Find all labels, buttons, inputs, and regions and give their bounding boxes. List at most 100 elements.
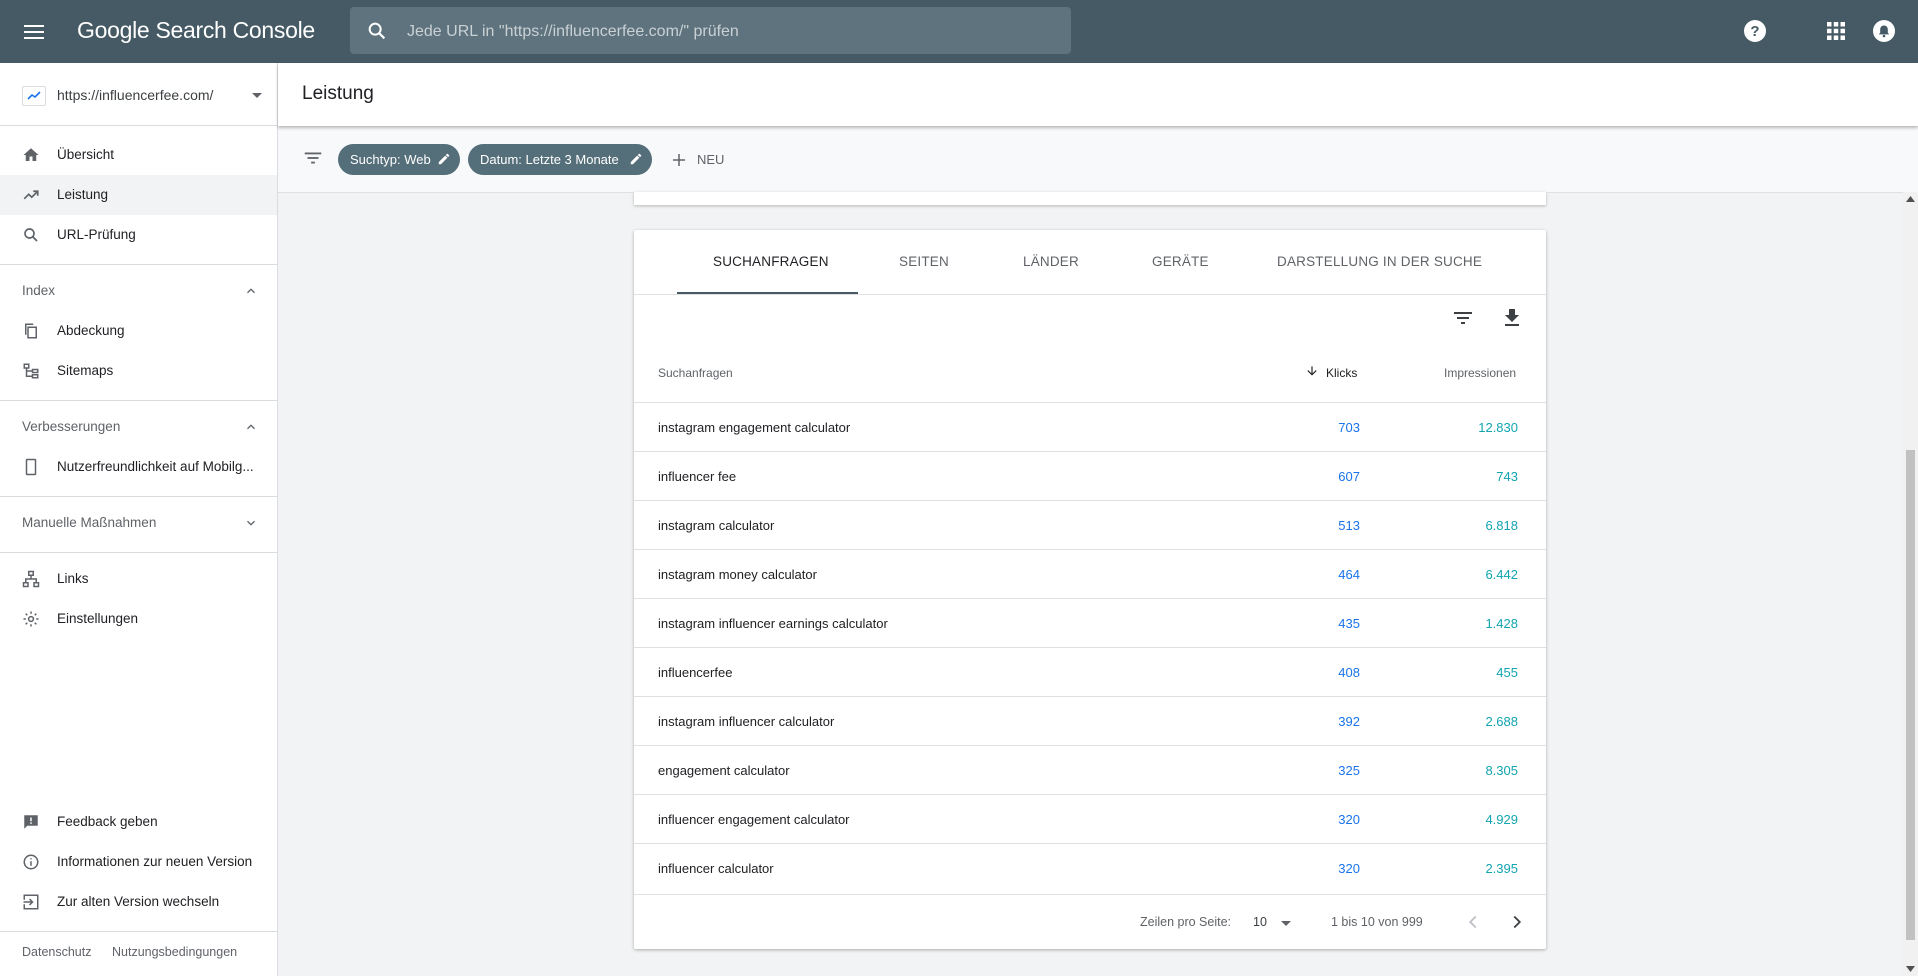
scroll-down-arrow-icon[interactable]: [1906, 966, 1915, 972]
file-copy-icon: [25, 323, 37, 339]
query-cell: instagram engagement calculator: [658, 420, 851, 435]
impressions-cell: 455: [1496, 665, 1518, 680]
divider: [0, 496, 277, 497]
scrollbar-thumb[interactable]: [1906, 450, 1915, 940]
query-cell: influencer fee: [658, 469, 737, 484]
query-cell: instagram calculator: [658, 518, 775, 533]
sidebar-item-settings[interactable]: Einstellungen: [0, 599, 277, 639]
terms-link[interactable]: Nutzungsbedingungen: [112, 945, 237, 959]
page-scrollbar[interactable]: [1903, 192, 1918, 976]
sidebar-item-overview[interactable]: Übersicht: [0, 135, 277, 175]
svg-text:?: ?: [1750, 23, 1759, 40]
search-type-chip[interactable]: Suchtyp: Web: [338, 144, 460, 175]
scroll-up-arrow-icon[interactable]: [1906, 196, 1915, 202]
divider: [0, 400, 277, 401]
impressions-cell: 4.929: [1485, 812, 1518, 827]
edit-icon: [438, 153, 450, 165]
tab-pages[interactable]: SEITEN: [899, 254, 949, 269]
property-trend-icon: [22, 86, 46, 106]
sidebar: https://influencerfee.com/ Übersicht Lei…: [0, 63, 278, 976]
table-row[interactable]: engagement calculator 325 8.305: [634, 745, 1546, 795]
section-index[interactable]: Index: [0, 271, 277, 311]
add-filter-button[interactable]: NEU: [670, 144, 736, 175]
section-manual-actions[interactable]: Manuelle Maßnahmen: [0, 503, 277, 543]
query-cell: influencer engagement calculator: [658, 812, 850, 827]
clicks-cell: 435: [1338, 616, 1360, 631]
chart-card-bottom-edge: [634, 192, 1546, 205]
privacy-link[interactable]: Datenschutz: [22, 945, 91, 959]
column-header-queries[interactable]: Suchanfragen: [658, 366, 733, 380]
query-cell: instagram influencer earnings calculator: [658, 616, 888, 631]
sidebar-item-coverage[interactable]: Abdeckung: [0, 311, 277, 351]
divider: [0, 931, 277, 932]
url-inspection-search[interactable]: [350, 7, 1071, 56]
column-header-impressions[interactable]: Impressionen: [1444, 366, 1516, 380]
table-row[interactable]: instagram engagement calculator 703 12.830: [634, 402, 1546, 452]
sidebar-item-sitemaps[interactable]: Sitemaps: [0, 351, 277, 391]
pagination: Zeilen pro Seite: 10 1 bis 10 von 999: [634, 894, 1546, 950]
links-icon: [22, 570, 40, 588]
section-improvements[interactable]: Verbesserungen: [0, 407, 277, 447]
sidebar-item-links[interactable]: Links: [0, 559, 277, 599]
table-row[interactable]: instagram money calculator 464 6.442: [634, 549, 1546, 599]
property-selector[interactable]: https://influencerfee.com/: [0, 63, 277, 126]
divider: [0, 264, 277, 265]
help-icon[interactable]: ?: [1743, 19, 1767, 43]
table-row[interactable]: instagram influencer earnings calculator…: [634, 598, 1546, 648]
filter-bar: Suchtyp: Web Datum: Letzte 3 Monate NEU: [278, 127, 1918, 193]
table-row[interactable]: influencer engagement calculator 320 4.929: [634, 794, 1546, 844]
clicks-cell: 408: [1338, 665, 1360, 680]
tab-queries[interactable]: SUCHANFRAGEN: [713, 254, 829, 269]
hamburger-menu-icon[interactable]: [22, 20, 46, 44]
trending-up-icon: [23, 190, 39, 200]
table-row[interactable]: influencer calculator 320 2.395: [634, 843, 1546, 893]
query-cell: instagram money calculator: [658, 567, 817, 582]
app-logo: Google Search Console: [77, 17, 315, 43]
exit-to-app-icon: [23, 894, 39, 910]
query-cell: influencer calculator: [658, 861, 774, 876]
sidebar-item-old-version[interactable]: Zur alten Version wechseln: [0, 882, 277, 922]
page-range: 1 bis 10 von 999: [1331, 915, 1423, 929]
chip-label: Suchtyp: Web: [350, 152, 431, 167]
column-header-clicks[interactable]: Klicks: [1326, 366, 1357, 380]
chevron-down-icon: [252, 93, 262, 98]
table-row[interactable]: influencer fee 607 743: [634, 451, 1546, 501]
clicks-cell: 703: [1338, 420, 1360, 435]
sidebar-item-feedback[interactable]: Feedback geben: [0, 802, 277, 842]
sitemap-icon: [23, 363, 39, 379]
tab-devices[interactable]: GERÄTE: [1152, 254, 1209, 269]
info-icon: [23, 854, 39, 870]
sidebar-item-url-inspection[interactable]: URL-Prüfung: [0, 215, 277, 255]
notifications-icon[interactable]: [1872, 19, 1896, 43]
sidebar-item-performance[interactable]: Leistung: [0, 175, 277, 215]
sort-arrow-down-icon[interactable]: [1305, 364, 1319, 378]
sidebar-item-mobile-usability[interactable]: Nutzerfreundlichkeit auf Mobilg...: [0, 447, 277, 487]
gear-icon: [23, 611, 39, 627]
dropdown-caret-icon: [1281, 921, 1291, 926]
tab-countries[interactable]: LÄNDER: [1023, 254, 1079, 269]
active-tab-indicator: [677, 292, 858, 294]
filter-rows-icon[interactable]: [1451, 306, 1475, 330]
clicks-cell: 607: [1338, 469, 1360, 484]
download-icon[interactable]: [1500, 306, 1524, 330]
table-row[interactable]: influencerfee 408 455: [634, 647, 1546, 697]
clicks-cell: 392: [1338, 714, 1360, 729]
filter-list-icon[interactable]: [302, 147, 324, 169]
page-header: Leistung: [278, 63, 1918, 126]
date-range-chip[interactable]: Datum: Letzte 3 Monate: [468, 144, 652, 175]
table-row[interactable]: instagram calculator 513 6.818: [634, 500, 1546, 550]
tab-search-appearance[interactable]: DARSTELLUNG IN DER SUCHE: [1277, 254, 1482, 269]
home-icon: [23, 148, 39, 161]
clicks-cell: 320: [1338, 812, 1360, 827]
query-cell: instagram influencer calculator: [658, 714, 835, 729]
apps-grid-icon[interactable]: [1824, 19, 1848, 43]
chevron-right-icon[interactable]: [1506, 911, 1528, 933]
impressions-cell: 12.830: [1478, 420, 1518, 435]
sidebar-item-new-version-info[interactable]: Informationen zur neuen Version: [0, 842, 277, 882]
plus-icon: [673, 154, 685, 166]
smartphone-icon: [25, 458, 37, 476]
search-icon: [368, 22, 386, 40]
chevron-left-icon[interactable]: [1462, 911, 1484, 933]
table-row[interactable]: instagram influencer calculator 392 2.688: [634, 696, 1546, 746]
search-input[interactable]: [405, 7, 1049, 56]
